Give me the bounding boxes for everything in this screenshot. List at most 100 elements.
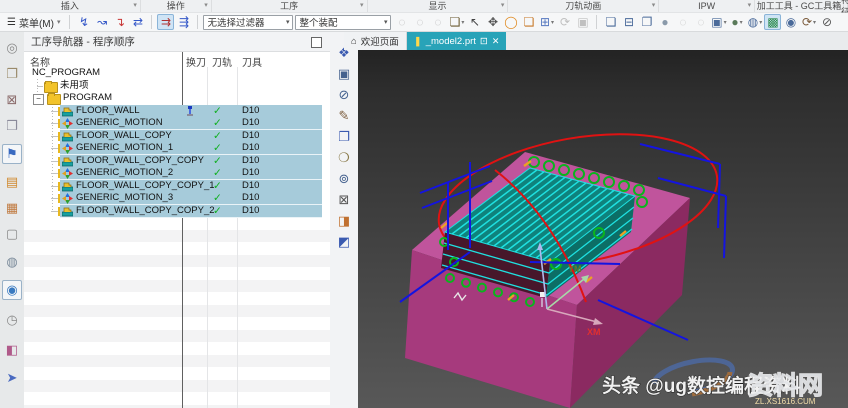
toolpath-ok-icon: ✓ — [213, 192, 222, 204]
tool-name: D10 — [242, 192, 260, 203]
integration-monitor-icon[interactable]: ◎ — [2, 38, 22, 58]
ribbon-group-8[interactable]: 特征 — [841, 0, 848, 17]
history-icon[interactable]: ◷ — [2, 310, 22, 330]
render-style-icon[interactable]: ● ▾ — [728, 14, 745, 30]
record-icon[interactable]: ◌ — [411, 14, 428, 30]
toolpath-ok-icon: ✓ — [213, 117, 222, 129]
ribbon-group-2[interactable]: 操作 ▾ — [141, 0, 212, 12]
window-max-icon[interactable]: ❐ — [638, 14, 655, 30]
operation-navigator-panel: 工序导航器 - 程序顺序 名称 换刀 刀轨 刀具 NC_PROGRAM 未用项 … — [24, 32, 331, 408]
collapse-expander[interactable]: − — [33, 94, 44, 105]
reuse-library-icon[interactable]: ▢ — [2, 224, 22, 244]
operation-row[interactable]: GENERIC_MOTION ✓ D10 — [24, 117, 330, 130]
operation-name: GENERIC_MOTION — [76, 117, 163, 128]
studio-view-icon[interactable]: ◌ — [674, 14, 691, 30]
shaded-view-icon[interactable]: ● — [656, 14, 673, 30]
layout-cube-icon[interactable]: ▣ ▾ — [710, 14, 727, 30]
lasso-icon[interactable]: ◯ — [502, 14, 519, 30]
machining-setup-icon[interactable]: ▦ — [2, 198, 22, 218]
rotate-view-icon[interactable]: ⟳ ▾ — [800, 14, 817, 30]
operation-row[interactable]: FLOOR_WALL ✓ D10 — [24, 104, 330, 118]
web-browser-icon[interactable]: ◉ — [2, 280, 22, 300]
move-component-icon[interactable]: ◨ — [334, 212, 354, 230]
operation-row[interactable]: FLOOR_WALL_COPY_COPY_1 ✓ D10 — [24, 179, 330, 193]
clip-section-icon[interactable]: ⊘ — [818, 14, 835, 30]
generic-motion-icon — [62, 143, 73, 154]
select-cursor-icon[interactable]: ↖ — [466, 14, 483, 30]
chevron-down-icon: ▾ — [133, 2, 137, 9]
select-component-icon[interactable]: ◩ — [334, 233, 354, 251]
ribbon-group-6[interactable]: IPW ▾ — [659, 0, 756, 12]
tool-name: D10 — [242, 154, 260, 166]
pan-hand-icon[interactable]: ✥ — [484, 14, 501, 30]
eye-view-icon[interactable]: ◉ — [782, 14, 799, 30]
operation-row[interactable]: FLOOR_WALL_COPY_COPY_2 ✓ D10 — [24, 204, 330, 218]
system-materials-icon[interactable]: ◧ — [2, 340, 22, 360]
verify-toolpath-icon[interactable]: ⇉ — [157, 14, 175, 30]
window-split-icon[interactable]: ⊟ — [620, 14, 637, 30]
ribbon-group-4[interactable]: 显示 ▾ — [368, 0, 509, 12]
gear-ball-icon[interactable]: ⊚ — [334, 170, 354, 188]
ribbon-group-3[interactable]: 工序 ▾ — [212, 0, 368, 12]
operation-row[interactable]: GENERIC_MOTION_1 ✓ D10 — [24, 142, 330, 155]
window-image-icon[interactable]: ❏ — [602, 14, 619, 30]
select-box-icon[interactable]: ❏ ▾ — [448, 14, 465, 30]
operation-row[interactable]: GENERIC_MOTION_2 ✓ D10 — [24, 167, 330, 180]
move-node-icon[interactable]: ↴ — [111, 14, 128, 30]
machining-wizard-icon[interactable]: ▤ — [2, 172, 22, 192]
operation-name: FLOOR_WALL_COPY_COPY_2 — [76, 204, 215, 216]
true-shading-icon[interactable]: ▩ — [764, 14, 782, 30]
undo-view-icon[interactable]: ⟳ — [556, 14, 573, 30]
open-folder-icon[interactable]: ❍ — [334, 149, 354, 167]
show-components-icon[interactable]: ❐ — [334, 128, 354, 146]
assembly-navigator-icon[interactable]: ❐ — [2, 64, 22, 84]
tab-welcome[interactable]: ⌂ 欢迎页面 — [344, 32, 407, 50]
playback-icon[interactable]: ◌ — [429, 14, 446, 30]
navigator-title: 工序导航器 - 程序顺序 — [24, 32, 330, 52]
operation-navigator-icon[interactable]: ⚑ — [2, 144, 22, 164]
ribbon-group-7[interactable]: 加工工具 - GC工具箱 ▾ — [755, 0, 844, 12]
selection-filter-combo[interactable]: 无选择过滤器 ▾ — [203, 14, 294, 30]
show-toolpath-icon[interactable]: ↯ — [75, 14, 92, 30]
chevron-down-icon: ▾ — [651, 2, 656, 9]
tree-row-unused[interactable]: 未用项 — [24, 80, 330, 93]
swap-node-icon[interactable]: ⇄ — [129, 14, 146, 30]
add-body-icon[interactable]: ⊞ ▾ — [538, 14, 555, 30]
tab-model2[interactable]: ❚ _model2.prt ⊡ ✕ — [406, 32, 507, 50]
simulate-toolpath-icon[interactable]: ⇶ — [175, 14, 192, 30]
ribbon-group-5[interactable]: 刀轨动画 ▾ — [508, 0, 660, 12]
edit-display-icon[interactable]: ✎ — [334, 107, 354, 125]
delete-box-icon[interactable]: ⊠ — [334, 191, 354, 209]
tool-change-icon — [186, 105, 194, 116]
tree-row-program[interactable]: − PROGRAM — [24, 92, 330, 105]
hide-icon[interactable]: ⊘ — [334, 86, 354, 104]
resource-bar: ◎ ❐ ⊠ ❒ ⚑ ▤ ▦ ▢ ◍ ◉ ◷ ◧ ➤ — [0, 32, 25, 408]
selection-scope-combo[interactable]: 整个装配 ▾ — [295, 14, 392, 30]
operation-row[interactable]: FLOOR_WALL_COPY_COPY ✓ D10 — [24, 154, 330, 168]
hd3d-tools-icon[interactable]: ◍ — [2, 252, 22, 272]
ribbon-group-1[interactable]: 插入 ▾ — [0, 0, 141, 12]
part-navigator-icon[interactable]: ❒ — [2, 116, 22, 136]
wireframe-style-icon[interactable]: ◍ ▾ — [746, 14, 763, 30]
tool-name: D10 — [242, 179, 260, 191]
edit-toolpath-icon[interactable]: ↝ — [93, 14, 110, 30]
watermark-logo-text: 资料网 — [748, 372, 823, 400]
close-tab-icon[interactable]: ✕ — [492, 36, 500, 47]
select-solid-icon[interactable]: ❏ — [520, 14, 537, 30]
tree-row-ncprogram[interactable]: NC_PROGRAM — [24, 67, 330, 80]
floor-wall-icon — [61, 156, 74, 167]
operation-row[interactable]: GENERIC_MOTION_3 ✓ D10 — [24, 192, 330, 205]
menu-button[interactable]: ☰ 菜单(M) ▾ — [3, 14, 64, 30]
facet-view-icon[interactable]: ◌ — [692, 14, 709, 30]
tool-name: D10 — [242, 104, 260, 116]
chevron-down-icon: ▾ — [360, 2, 364, 9]
selection-brush-icon[interactable]: ➤ — [2, 368, 22, 388]
touch-mode-icon[interactable]: ◌ — [393, 14, 410, 30]
operation-row[interactable]: FLOOR_WALL_COPY ✓ D10 — [24, 129, 330, 143]
panel-restore-icon[interactable] — [311, 37, 322, 48]
graphics-viewport[interactable]: YM XM 头条 @ug数控编程资料 资料网 ZL.XS1616.CUM — [358, 50, 848, 408]
toolpath-ok-icon: ✓ — [213, 129, 222, 142]
fit-view-icon[interactable]: ▣ — [334, 65, 354, 83]
snapshot-icon[interactable]: ▣ — [574, 14, 591, 30]
constraint-navigator-icon[interactable]: ⊠ — [2, 90, 22, 110]
